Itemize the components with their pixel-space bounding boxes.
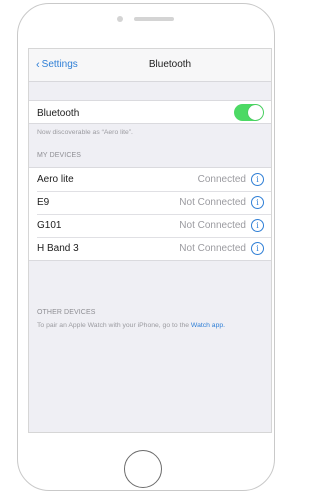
info-icon[interactable]: i <box>251 219 264 232</box>
discoverable-note: Now discoverable as “Aero lite”. <box>37 129 133 136</box>
device-status: Not Connected <box>179 243 246 254</box>
screen: ‹ Settings Bluetooth Bluetooth Now disco… <box>28 48 272 433</box>
my-devices-header: MY DEVICES <box>37 152 82 159</box>
my-devices-list: Aero lite Connected i E9 Not Connected i… <box>29 167 271 261</box>
device-status: Not Connected <box>179 197 246 208</box>
other-devices-header: OTHER DEVICES <box>37 309 96 316</box>
page-title: Bluetooth <box>148 59 192 70</box>
watch-app-link[interactable]: Watch app. <box>191 322 225 329</box>
other-devices-note: To pair an Apple Watch with your iPhone,… <box>37 321 267 330</box>
device-status: Connected <box>197 174 246 185</box>
home-button[interactable] <box>124 450 162 488</box>
navigation-bar: ‹ Settings Bluetooth <box>29 49 271 82</box>
device-name: Aero lite <box>37 174 74 185</box>
front-camera <box>117 16 123 22</box>
device-row[interactable]: G101 Not Connected i <box>29 214 271 237</box>
device-name: E9 <box>37 197 50 208</box>
device-name: H Band 3 <box>37 243 79 254</box>
device-row[interactable]: Aero lite Connected i <box>29 168 271 191</box>
device-name: G101 <box>37 220 62 231</box>
phone-frame: ‹ Settings Bluetooth Bluetooth Now disco… <box>17 3 275 491</box>
pairing-note-text: To pair an Apple Watch with your iPhone,… <box>37 322 190 329</box>
bluetooth-label: Bluetooth <box>37 108 80 119</box>
info-icon[interactable]: i <box>251 196 264 209</box>
device-row[interactable]: E9 Not Connected i <box>29 191 271 214</box>
earpiece-speaker <box>134 17 174 21</box>
device-status: Not Connected <box>179 220 246 231</box>
bluetooth-toggle[interactable] <box>234 104 264 121</box>
bluetooth-cell: Bluetooth <box>29 100 271 124</box>
info-icon[interactable]: i <box>251 173 264 186</box>
info-icon[interactable]: i <box>251 242 264 255</box>
device-row[interactable]: H Band 3 Not Connected i <box>29 237 271 260</box>
toggle-knob <box>248 105 263 120</box>
